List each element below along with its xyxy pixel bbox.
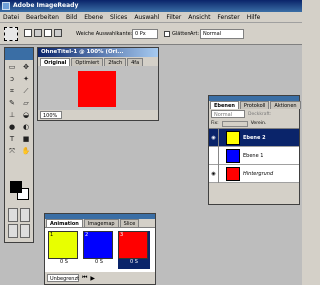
- frame-thumbnail: 3: [118, 231, 148, 259]
- crop-icon[interactable]: ⌗: [7, 86, 17, 96]
- layer-row[interactable]: ◉ Ebene 2: [209, 128, 299, 147]
- feather-input[interactable]: 0 Px: [132, 29, 158, 39]
- layers-palette: Ebenen Protokoll Aktionen Normal Deckkra…: [208, 95, 301, 205]
- app-title: Adobe ImageReady: [13, 2, 79, 9]
- frame-number: 3: [120, 232, 124, 238]
- menu-bild[interactable]: Bild: [66, 12, 77, 22]
- slice-icon[interactable]: ⟋: [21, 86, 31, 96]
- tab-original[interactable]: Original: [40, 58, 71, 66]
- foreground-color-swatch[interactable]: [10, 181, 22, 193]
- eraser-icon[interactable]: ▱: [21, 98, 31, 108]
- menu-bearbeiten[interactable]: Bearbeiten: [26, 12, 59, 22]
- antialias-label: Glätten: [172, 31, 191, 37]
- style-label: Art:: [190, 31, 200, 37]
- eyedropper-icon[interactable]: ⤧: [7, 146, 17, 156]
- animation-frame[interactable]: 2 0 S: [83, 231, 115, 269]
- layer-name: Ebene 2: [243, 134, 266, 141]
- blend-mode-select[interactable]: Normal: [211, 110, 245, 118]
- canvas-area: [38, 66, 158, 110]
- menu-datei[interactable]: Datei: [3, 12, 19, 22]
- hand-icon[interactable]: ✋: [21, 146, 31, 156]
- selection-mode-icons[interactable]: [24, 29, 64, 39]
- toolbox: ▭ ✥ ↄ ✦ ⌗ ⟋ ✎ ▱ ⊥ ◒ ● ◐ T ■ ⤧ ✋: [4, 47, 34, 243]
- style-select[interactable]: Normal: [200, 29, 244, 39]
- canvas[interactable]: [78, 71, 116, 107]
- dodge-icon[interactable]: ◐: [21, 122, 31, 132]
- marquee-tool-icon[interactable]: [4, 27, 18, 41]
- tab-history[interactable]: Protokoll: [239, 101, 270, 109]
- menu-auswahl[interactable]: Auswahl: [134, 12, 159, 22]
- lock-icons[interactable]: [221, 120, 248, 127]
- frame-number: 1: [50, 232, 54, 238]
- tab-optimized[interactable]: Optimiert: [71, 58, 104, 66]
- menu-filter[interactable]: Filter: [166, 12, 181, 22]
- tab-animation[interactable]: Animation: [46, 219, 83, 227]
- tab-slice[interactable]: Slice: [119, 219, 140, 227]
- layer-thumbnail: [226, 130, 240, 145]
- frame-thumbnail: 2: [83, 231, 113, 259]
- menu-slices[interactable]: Slices: [110, 12, 127, 22]
- tab-2up[interactable]: 2fach: [104, 58, 127, 66]
- tab-actions[interactable]: Aktionen: [270, 101, 301, 109]
- menu-fenster[interactable]: Fenster: [217, 12, 239, 22]
- play-icon[interactable]: ▶: [90, 275, 95, 282]
- visibility-icon[interactable]: [209, 153, 218, 159]
- animation-palette: Animation Imagemap Slice 1 0 S 2 0 S 3 0…: [44, 213, 156, 285]
- options-bar: Weiche Auswahlkante: 0 Px Glätten Art: N…: [0, 23, 302, 45]
- feather-label: Weiche Auswahlkante:: [76, 31, 133, 37]
- document-window: OhneTitel-1 @ 100% (Ori... Original Opti…: [37, 47, 159, 121]
- marquee-icon[interactable]: ▭: [7, 62, 17, 72]
- menu-ansicht[interactable]: Ansicht: [188, 12, 210, 22]
- app-title-bar: Adobe ImageReady: [0, 0, 302, 12]
- visibility-icon[interactable]: ◉: [209, 171, 218, 177]
- rewind-icon[interactable]: ⏮: [82, 274, 87, 282]
- lock-label: Fix:: [211, 121, 219, 126]
- frame-delay[interactable]: 0 S: [83, 259, 115, 265]
- app-icon: [2, 2, 10, 10]
- layer-name: Hintergrund: [243, 170, 274, 177]
- magic-wand-icon[interactable]: ✦: [21, 74, 31, 84]
- frame-thumbnail: 1: [48, 231, 78, 259]
- stamp-icon[interactable]: ⊥: [7, 110, 17, 120]
- bucket-icon[interactable]: ◒: [21, 110, 31, 120]
- layer-row[interactable]: Ebene 1: [209, 146, 299, 165]
- tab-imagemap[interactable]: Imagemap: [83, 219, 119, 227]
- layer-row[interactable]: ◉ Hintergrund: [209, 164, 299, 183]
- frame-number: 2: [85, 232, 89, 238]
- type-icon[interactable]: T: [7, 134, 17, 144]
- menu-hilfe[interactable]: Hilfe: [247, 12, 261, 22]
- document-title: OhneTitel-1 @ 100% (Ori...: [41, 49, 124, 55]
- layer-name: Ebene 1: [243, 152, 264, 159]
- animation-frame[interactable]: 1 0 S: [48, 231, 80, 269]
- document-title-bar[interactable]: OhneTitel-1 @ 100% (Ori...: [38, 48, 158, 57]
- menu-ebene[interactable]: Ebene: [84, 12, 103, 22]
- zoom-select[interactable]: 100%: [40, 111, 62, 119]
- blur-icon[interactable]: ●: [7, 122, 17, 132]
- unify-label: Verein.: [250, 121, 267, 126]
- frame-delay[interactable]: 0 S: [48, 259, 80, 265]
- lasso-icon[interactable]: ↄ: [7, 74, 17, 84]
- animation-frame[interactable]: 3 0 S: [118, 231, 150, 269]
- layer-thumbnail: [226, 166, 240, 181]
- frame-delay[interactable]: 0 S: [118, 259, 150, 265]
- shape-icon[interactable]: ■: [21, 134, 31, 144]
- loop-select[interactable]: Unbegrenzt: [47, 274, 79, 282]
- layer-thumbnail: [226, 148, 240, 163]
- toolbox-header: [5, 48, 33, 60]
- antialias-checkbox[interactable]: [164, 31, 170, 37]
- visibility-icon[interactable]: ◉: [209, 135, 218, 141]
- mode-icons[interactable]: [8, 208, 32, 238]
- tab-4up[interactable]: 4fa: [127, 58, 144, 66]
- tab-layers[interactable]: Ebenen: [210, 101, 239, 109]
- menu-bar: Datei Bearbeiten Bild Ebene Slices Auswa…: [0, 12, 302, 23]
- brush-icon[interactable]: ✎: [7, 98, 17, 108]
- opacity-label: Deckkraft:: [248, 111, 272, 117]
- move-icon[interactable]: ✥: [21, 62, 31, 72]
